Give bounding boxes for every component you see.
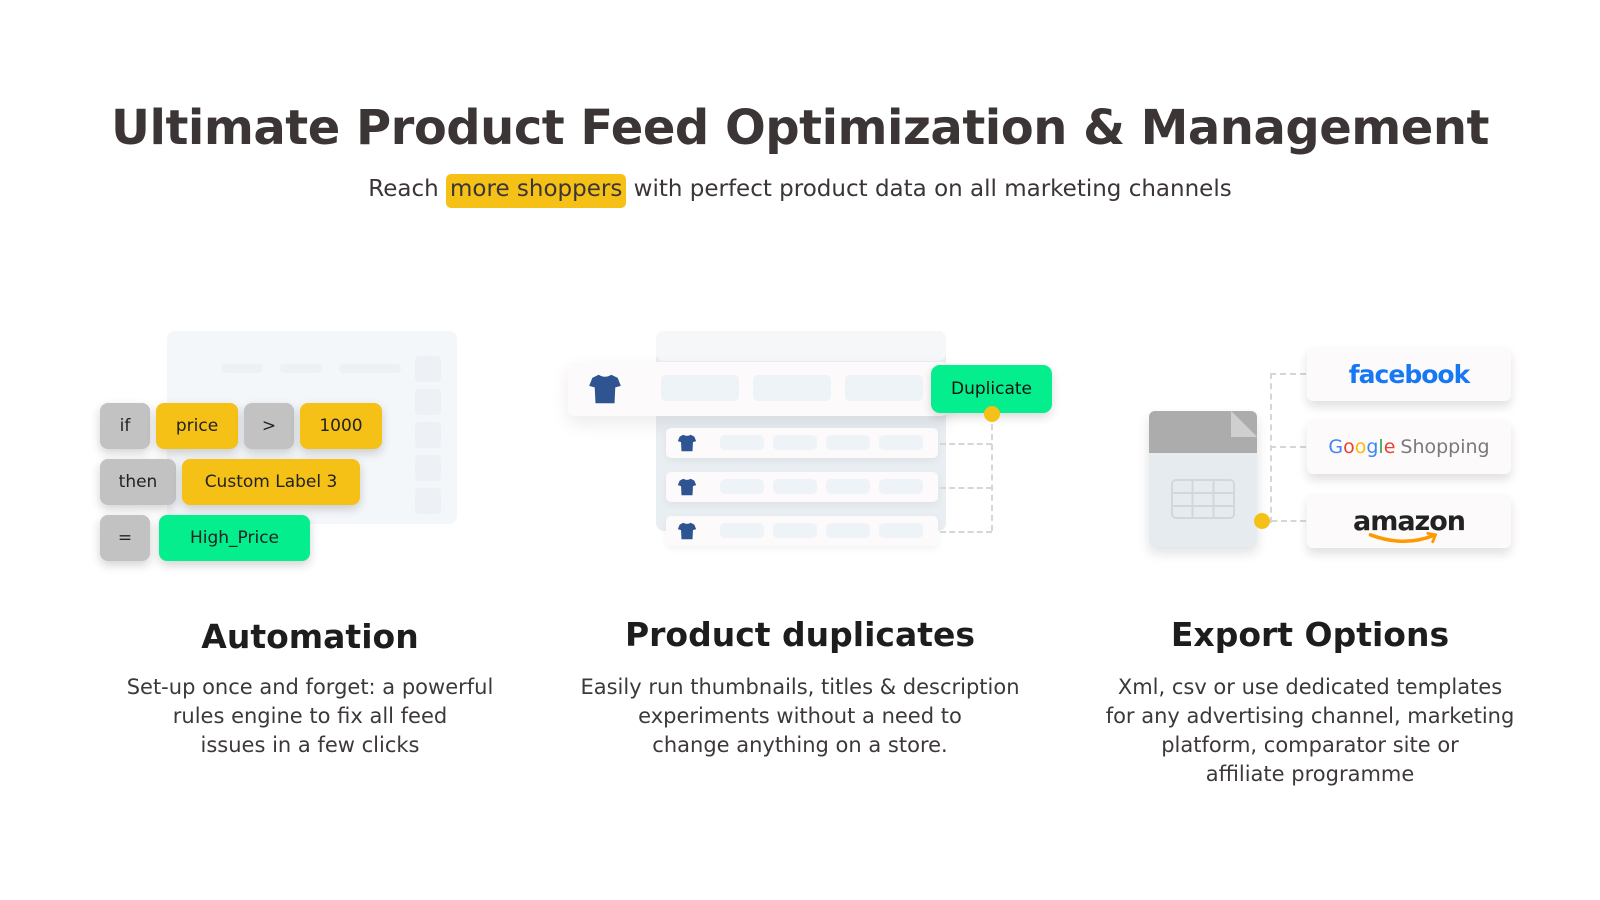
amazon-smile-icon bbox=[1368, 531, 1438, 543]
row-placeholder bbox=[753, 375, 831, 401]
row-placeholder bbox=[720, 435, 764, 450]
row-placeholder bbox=[773, 479, 817, 494]
duplicates-description: Easily run thumbnails, titles & descript… bbox=[545, 673, 1055, 760]
rule-field-chip: price bbox=[156, 403, 238, 449]
table-placeholder bbox=[221, 364, 263, 373]
export-description: Xml, csv or use dedicated templates for … bbox=[1060, 673, 1560, 789]
tshirt-icon bbox=[677, 478, 697, 496]
row-placeholder bbox=[879, 435, 923, 450]
subtitle-end: with perfect product data on all marketi… bbox=[633, 176, 1232, 202]
description-line: Set-up once and forget: a powerful bbox=[126, 675, 494, 699]
tshirt-icon bbox=[677, 434, 697, 452]
connector-dot bbox=[1254, 513, 1270, 529]
table-placeholder bbox=[339, 364, 401, 373]
row-placeholder bbox=[826, 435, 870, 450]
row-placeholder bbox=[773, 435, 817, 450]
subtitle-start: Reach bbox=[368, 176, 439, 202]
table-placeholder bbox=[415, 356, 441, 382]
google-wordmark: Google bbox=[1328, 436, 1396, 458]
row-placeholder bbox=[826, 523, 870, 538]
duplicates-title: Product duplicates bbox=[624, 615, 976, 654]
connector-line bbox=[1270, 446, 1306, 448]
row-placeholder bbox=[720, 479, 764, 494]
table-placeholder bbox=[415, 422, 441, 448]
export-title: Export Options bbox=[1170, 615, 1450, 654]
connector-line bbox=[991, 414, 993, 531]
row-placeholder bbox=[845, 375, 923, 401]
rule-then-chip: then bbox=[100, 459, 176, 505]
google-shopping-logo: Google Shopping bbox=[1328, 436, 1489, 458]
rule-if-chip: if bbox=[100, 403, 150, 449]
rule-equals-chip: = bbox=[100, 515, 150, 561]
channel-card-facebook: facebook bbox=[1307, 347, 1511, 401]
subtitle-highlight: more shoppers bbox=[446, 174, 627, 208]
row-placeholder bbox=[879, 523, 923, 538]
spreadsheet-file-icon bbox=[1149, 411, 1257, 547]
automation-description: Set-up once and forget: a powerful rules… bbox=[90, 673, 530, 760]
connector-line bbox=[1270, 373, 1272, 523]
rule-operator-chip: > bbox=[244, 403, 294, 449]
connector-line bbox=[940, 531, 992, 533]
row-placeholder bbox=[661, 375, 739, 401]
duplicate-row bbox=[666, 516, 938, 546]
original-product-row bbox=[568, 362, 948, 416]
table-header-strip bbox=[656, 331, 946, 361]
description-line: issues in a few clicks bbox=[200, 733, 420, 757]
automation-title: Automation bbox=[201, 617, 419, 656]
connector-line bbox=[940, 443, 992, 445]
rule-value-chip: 1000 bbox=[300, 403, 382, 449]
table-placeholder bbox=[415, 389, 441, 415]
row-placeholder bbox=[773, 523, 817, 538]
shopping-wordmark: Shopping bbox=[1400, 436, 1490, 458]
description-line: affiliate programme bbox=[1205, 762, 1415, 786]
connector-line bbox=[1270, 373, 1306, 375]
facebook-logo: facebook bbox=[1348, 359, 1470, 389]
page-title: Ultimate Product Feed Optimization & Man… bbox=[111, 100, 1489, 156]
connector-line bbox=[940, 487, 992, 489]
page-subtitle: Reach more shoppers with perfect product… bbox=[0, 174, 1600, 208]
row-placeholder bbox=[720, 523, 764, 538]
rule-result-chip: High_Price bbox=[159, 515, 310, 561]
table-placeholder bbox=[415, 488, 441, 514]
connector-dot bbox=[984, 406, 1000, 422]
description-line: Easily run thumbnails, titles & descript… bbox=[580, 675, 1020, 699]
description-line: platform, comparator site or bbox=[1161, 733, 1459, 757]
channel-card-google-shopping: Google Shopping bbox=[1307, 420, 1511, 474]
duplicate-row bbox=[666, 472, 938, 502]
rule-target-chip: Custom Label 3 bbox=[182, 459, 360, 505]
description-line: change anything on a store. bbox=[652, 733, 948, 757]
file-fold bbox=[1231, 411, 1257, 437]
description-line: rules engine to fix all feed bbox=[172, 704, 448, 728]
table-grid-icon bbox=[1171, 479, 1235, 519]
row-placeholder bbox=[826, 479, 870, 494]
table-placeholder bbox=[415, 455, 441, 481]
duplicate-row bbox=[666, 428, 938, 458]
channel-card-amazon: amazon bbox=[1307, 494, 1511, 548]
description-line: Xml, csv or use dedicated templates bbox=[1117, 675, 1503, 699]
row-placeholder bbox=[879, 479, 923, 494]
description-line: for any advertising channel, marketing bbox=[1105, 704, 1515, 728]
description-line: experiments without a need to bbox=[638, 704, 962, 728]
amazon-logo: amazon bbox=[1353, 508, 1466, 543]
tshirt-icon bbox=[677, 522, 697, 540]
table-placeholder bbox=[280, 364, 322, 373]
tshirt-icon bbox=[589, 374, 621, 404]
